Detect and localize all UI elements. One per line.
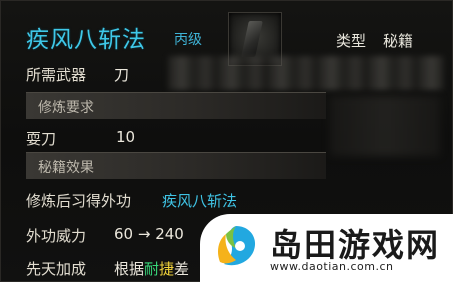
blade-icon: [241, 21, 263, 57]
effects-section-header: 秘籍效果: [26, 152, 326, 179]
power-value: 60 → 240: [114, 225, 184, 243]
blurred-region: [168, 56, 444, 90]
innate-yellow-attr: 捷: [159, 260, 175, 278]
skill-tooltip-panel: 疾风八斩法 丙级 类型 秘籍 所需武器 刀 修炼要求 耍刀 10 秘籍效果 修炼…: [0, 0, 453, 282]
innate-label: 先天加成: [26, 260, 87, 278]
innate-green-attr: 耐: [144, 260, 160, 278]
watermark-url: www.daotian.com.cn: [270, 260, 394, 273]
blurred-region-2: [330, 96, 440, 156]
type-label: 类型: [336, 32, 367, 50]
skill-name: 疾风八斩法: [26, 27, 146, 53]
watermark-logo-icon: [218, 226, 256, 266]
requirement-label: 耍刀: [26, 130, 57, 148]
power-label: 外功威力: [26, 227, 87, 245]
skill-grade: 丙级: [174, 32, 202, 48]
learn-value: 疾风八斩法: [162, 192, 238, 210]
innate-prefix: 根据: [114, 260, 145, 278]
weapon-value: 刀: [114, 66, 130, 84]
learn-label: 修炼后习得外功: [26, 192, 132, 210]
requirement-value: 10: [116, 128, 136, 146]
site-watermark: 岛田游戏网 www.daotian.com.cn: [200, 214, 453, 282]
innate-suffix: 差: [174, 260, 190, 278]
weapon-label: 所需武器: [26, 66, 87, 84]
type-value: 秘籍: [383, 32, 414, 50]
requirements-section-header: 修炼要求: [26, 92, 326, 119]
innate-value: 根据耐捷差: [114, 258, 189, 279]
effects-section-title: 秘籍效果: [38, 160, 94, 176]
requirements-section-title: 修炼要求: [38, 100, 94, 116]
